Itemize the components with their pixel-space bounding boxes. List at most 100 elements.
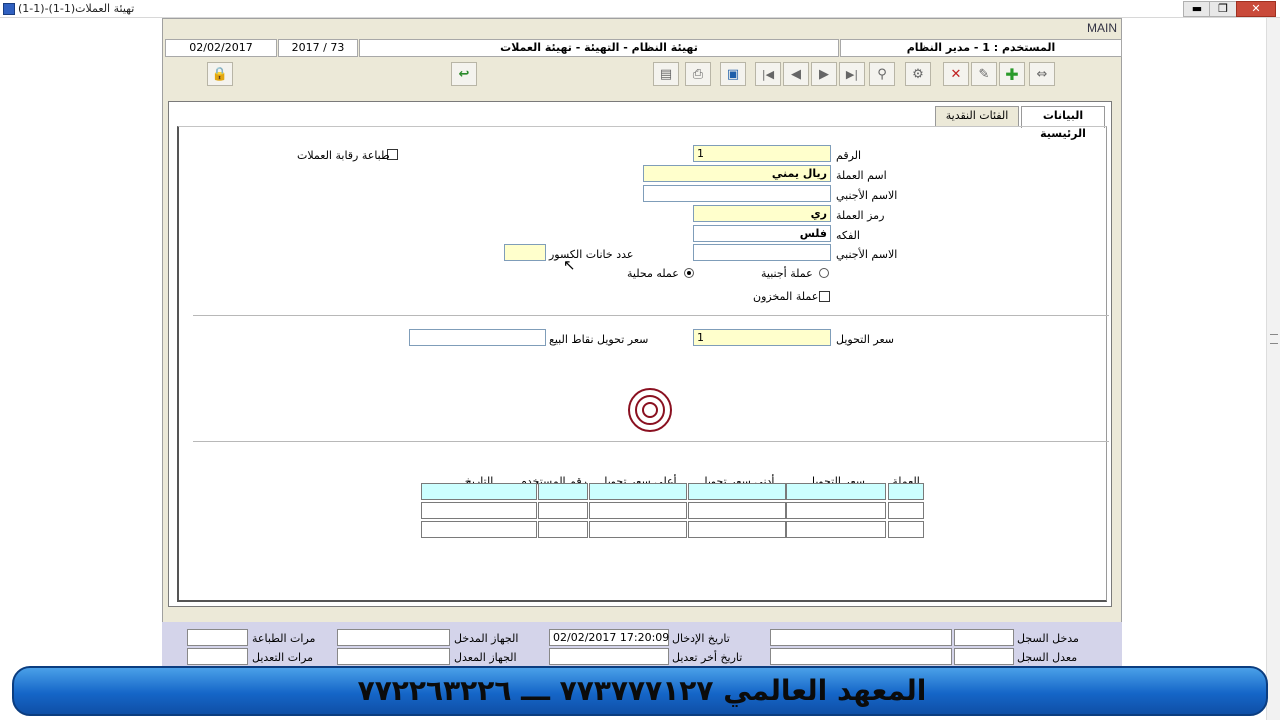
foreign-name-label: الاسم الأجنبي bbox=[836, 189, 898, 202]
entry-device-field bbox=[337, 629, 450, 646]
breadcrumb: تهيئة النظام - التهيئة - تهيئة العملات bbox=[359, 39, 839, 57]
currency-name-field[interactable]: ريال يمني bbox=[643, 165, 831, 182]
audit-footer: مدخل السجل 02/02/2017 17:20:09 تاريخ الإ… bbox=[162, 622, 1122, 666]
mod-device-field bbox=[337, 648, 450, 665]
move-icon[interactable]: ⇔ bbox=[1029, 62, 1055, 86]
grid-cell[interactable] bbox=[688, 483, 786, 500]
pos-rate-field[interactable] bbox=[409, 329, 546, 346]
main-panel: البيانات الرئيسية الفئات النقدية 1 الرقم… bbox=[168, 101, 1112, 607]
grid-cell[interactable] bbox=[888, 521, 924, 538]
decimals-field[interactable] bbox=[504, 244, 546, 261]
app-icon bbox=[3, 3, 15, 15]
pos-rate-label: سعر تحويل نقاط البيع bbox=[549, 333, 649, 346]
fraction-name-field[interactable]: فلس bbox=[693, 225, 831, 242]
last-mod-date-field bbox=[549, 648, 669, 665]
currency-name-label: اسم العملة bbox=[836, 169, 887, 182]
window-titlebar: تهيئة العملات(1-1)-(1-1) ▬ ❐ ✕ bbox=[0, 0, 1280, 18]
grid-cell[interactable] bbox=[421, 502, 537, 519]
mouse-cursor-icon: ↖ bbox=[563, 256, 576, 274]
grid-cell[interactable] bbox=[538, 483, 588, 500]
search-icon[interactable]: ⚲ bbox=[869, 62, 895, 86]
fiscal-period: 2017 / 73 bbox=[278, 39, 358, 57]
number-label: الرقم bbox=[836, 149, 862, 162]
grid-cell[interactable] bbox=[888, 502, 924, 519]
entry-date-field: 02/02/2017 17:20:09 bbox=[549, 629, 669, 646]
restore-button[interactable]: ❐ bbox=[1209, 1, 1237, 17]
last-record-icon[interactable]: ▶| bbox=[839, 62, 865, 86]
scroll-grip-icon[interactable] bbox=[1270, 334, 1278, 344]
grid-cell[interactable] bbox=[688, 521, 786, 538]
window-title: تهيئة العملات(1-1)-(1-1) bbox=[18, 2, 135, 15]
tab-denominations[interactable]: الفئات النقدية bbox=[935, 106, 1019, 126]
stock-currency-checkbox[interactable] bbox=[819, 291, 830, 302]
target-emblem-icon bbox=[628, 388, 672, 432]
close-button[interactable]: ✕ bbox=[1236, 1, 1276, 17]
undo-icon[interactable]: ↩ bbox=[451, 62, 477, 86]
delete-icon[interactable]: ✕ bbox=[943, 62, 969, 86]
first-record-icon[interactable]: |◀ bbox=[755, 62, 781, 86]
toolbar: ⇔ ✚ ✎ ✕ ⚙ ⚲ ▶| ▶ ◀ |◀ ▣ ⎙ ▤ ↩ 🔒 bbox=[165, 59, 1119, 89]
system-date: 02/02/2017 bbox=[165, 39, 277, 57]
grid-cell[interactable] bbox=[589, 502, 687, 519]
previous-record-icon[interactable]: ◀ bbox=[783, 62, 809, 86]
fraction-foreign-label: الاسم الأجنبي bbox=[836, 248, 898, 261]
local-currency-radio[interactable] bbox=[684, 268, 694, 278]
edit-count-field bbox=[187, 648, 248, 665]
tools-icon[interactable]: ⚙ bbox=[905, 62, 931, 86]
grid-cell[interactable] bbox=[786, 521, 886, 538]
foreign-name-field[interactable] bbox=[643, 185, 831, 202]
exchange-rate-label: سعر التحويل bbox=[836, 333, 894, 346]
edit-icon[interactable]: ✎ bbox=[971, 62, 997, 86]
modified-by-name-field bbox=[770, 648, 952, 665]
promo-banner: المعهد العالمي ٧٧٣٧٧٧١٢٧ ـــ ٧٧٢٢٦٣٢٢٦ bbox=[12, 666, 1268, 716]
print-control-label: طباعة رقابة العملات bbox=[297, 149, 390, 162]
grid-cell[interactable] bbox=[421, 521, 537, 538]
tab-main-data[interactable]: البيانات الرئيسية bbox=[1021, 106, 1105, 140]
fraction-name-label: الفكه bbox=[836, 229, 860, 242]
edit-count-label: مرات التعديل bbox=[252, 651, 314, 664]
currency-code-label: رمز العملة bbox=[836, 209, 885, 222]
grid-cell[interactable] bbox=[538, 502, 588, 519]
grid-cell[interactable] bbox=[538, 521, 588, 538]
print-count-label: مرات الطباعة bbox=[252, 632, 316, 645]
grid-cell[interactable] bbox=[589, 521, 687, 538]
last-mod-date-label: تاريخ أخر تعديل bbox=[672, 651, 743, 664]
grid-cell[interactable] bbox=[589, 483, 687, 500]
modified-by-label: معدل السجل bbox=[1017, 651, 1078, 664]
form-content: 1 الرقم ريال يمني اسم العملة الاسم الأجن… bbox=[177, 126, 1109, 602]
add-icon[interactable]: ✚ bbox=[999, 62, 1025, 86]
entered-by-label: مدخل السجل bbox=[1017, 632, 1079, 645]
next-record-icon[interactable]: ▶ bbox=[811, 62, 837, 86]
foreign-currency-radio[interactable] bbox=[819, 268, 829, 278]
grid-cell[interactable] bbox=[888, 483, 924, 500]
exchange-rate-field[interactable]: 1 bbox=[693, 329, 831, 346]
foreign-currency-label: عملة أجنبية bbox=[761, 267, 813, 280]
grid-cell[interactable] bbox=[421, 483, 537, 500]
save-icon[interactable]: ▣ bbox=[720, 62, 746, 86]
vertical-scrollbar[interactable] bbox=[1266, 18, 1280, 720]
currency-code-field[interactable]: ري bbox=[693, 205, 831, 222]
print-count-field bbox=[187, 629, 248, 646]
minimize-button[interactable]: ▬ bbox=[1183, 1, 1211, 17]
divider bbox=[193, 441, 1109, 442]
grid-cell[interactable] bbox=[688, 502, 786, 519]
divider bbox=[193, 315, 1109, 316]
fraction-foreign-field[interactable] bbox=[693, 244, 831, 261]
entered-by-field bbox=[954, 629, 1014, 646]
entry-date-label: تاريخ الإدخال bbox=[672, 632, 730, 645]
grid-cell[interactable] bbox=[786, 502, 886, 519]
print-icon[interactable]: ⎙ bbox=[685, 62, 711, 86]
info-bar: المستخدم : 1 - مدير النظام تهيئة النظام … bbox=[165, 39, 1122, 57]
layout-icon[interactable]: ▤ bbox=[653, 62, 679, 86]
decimals-label: عدد خانات الكسور bbox=[549, 248, 634, 261]
modified-by-field bbox=[954, 648, 1014, 665]
app-window: MAIN المستخدم : 1 - مدير النظام تهيئة ال… bbox=[162, 18, 1122, 664]
banner-text: المعهد العالمي ٧٧٣٧٧٧١٢٧ ـــ ٧٧٢٢٦٣٢٢٦ bbox=[357, 674, 927, 707]
grid-cell[interactable] bbox=[786, 483, 886, 500]
local-currency-label: عمله محلية bbox=[627, 267, 679, 280]
current-user: المستخدم : 1 - مدير النظام bbox=[840, 39, 1122, 57]
entry-device-label: الجهاز المدخل bbox=[454, 632, 519, 645]
number-field[interactable]: 1 bbox=[693, 145, 831, 162]
mod-device-label: الجهاز المعدل bbox=[454, 651, 517, 664]
lock-icon[interactable]: 🔒 bbox=[207, 62, 233, 86]
